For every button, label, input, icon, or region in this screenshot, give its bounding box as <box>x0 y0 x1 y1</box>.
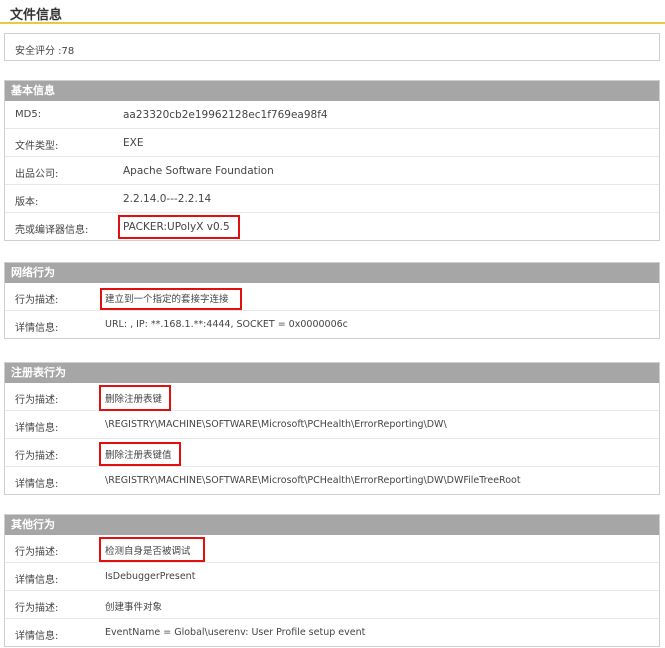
registry-behavior-panel: 注册表行为 行为描述: 删除注册表键 详情信息: \REGISTRY\MACHI… <box>4 362 660 495</box>
row-label: 详情信息: <box>15 575 59 586</box>
row-label: 行为描述: <box>15 295 59 306</box>
other-row-desc-2: 行为描述: 创建事件对象 <box>5 591 659 619</box>
row-label: 详情信息: <box>15 479 59 490</box>
page-title: 文件信息 <box>10 8 63 23</box>
row-label: 版本: <box>15 197 39 208</box>
registry-behavior-header: 注册表行为 <box>5 363 659 383</box>
row-value: \REGISTRY\MACHINE\SOFTWARE\Microsoft\PCH… <box>105 419 447 430</box>
row-value: aa23320cb2e19962128ec1f769ea98f4 <box>123 109 328 121</box>
network-behavior-header: 网络行为 <box>5 263 659 283</box>
row-label: MD5: <box>15 109 42 120</box>
row-label: 详情信息: <box>15 423 59 434</box>
row-label: 行为描述: <box>15 547 59 558</box>
row-label: 行为描述: <box>15 395 59 406</box>
row-label: 文件类型: <box>15 141 59 152</box>
highlight-box <box>100 288 242 310</box>
row-label: 行为描述: <box>15 451 59 462</box>
row-label: 详情信息: <box>15 631 59 642</box>
registry-row-detail-1: 详情信息: \REGISTRY\MACHINE\SOFTWARE\Microso… <box>5 411 659 439</box>
network-behavior-panel: 网络行为 行为描述: 建立到一个指定的套接字连接 详情信息: URL: , IP… <box>4 262 660 339</box>
page-header: 文件信息 <box>0 0 665 24</box>
info-row-md5: MD5: aa23320cb2e19962128ec1f769ea98f4 <box>5 101 659 129</box>
row-value: IsDebuggerPresent <box>105 571 196 582</box>
other-behavior-header: 其他行为 <box>5 515 659 535</box>
row-value: \REGISTRY\MACHINE\SOFTWARE\Microsoft\PCH… <box>105 475 521 486</box>
row-value: EXE <box>123 137 144 149</box>
info-row-packer: 壳或编译器信息: PACKER:UPolyX v0.5 <box>5 213 659 240</box>
info-row-version: 版本: 2.2.14.0---2.2.14 <box>5 185 659 213</box>
basic-info-panel: 基本信息 MD5: aa23320cb2e19962128ec1f769ea98… <box>4 80 660 241</box>
row-label: 行为描述: <box>15 603 59 614</box>
row-value: URL: , IP: **.168.1.**:4444, SOCKET = 0x… <box>105 319 348 330</box>
info-row-file-type: 文件类型: EXE <box>5 129 659 157</box>
other-row-detail-2: 详情信息: EventName = Global\userenv: User P… <box>5 619 659 646</box>
row-label: 壳或编译器信息: <box>15 225 89 236</box>
other-row-detail-1: 详情信息: IsDebuggerPresent <box>5 563 659 591</box>
highlight-box <box>99 385 171 411</box>
security-score: 安全评分 :78 <box>15 46 75 57</box>
row-label: 详情信息: <box>15 323 59 334</box>
row-value: 创建事件对象 <box>105 602 163 613</box>
row-value: 2.2.14.0---2.2.14 <box>123 193 212 205</box>
highlight-box <box>99 537 205 562</box>
registry-row-desc-2: 行为描述: 删除注册表键值 <box>5 439 659 467</box>
network-row-desc: 行为描述: 建立到一个指定的套接字连接 <box>5 283 659 311</box>
row-value: EventName = Global\userenv: User Profile… <box>105 627 366 638</box>
network-row-detail: 详情信息: URL: , IP: **.168.1.**:4444, SOCKE… <box>5 311 659 338</box>
other-behavior-panel: 其他行为 行为描述: 检测自身是否被调试 详情信息: IsDebuggerPre… <box>4 514 660 647</box>
basic-info-header: 基本信息 <box>5 81 659 101</box>
registry-row-desc-1: 行为描述: 删除注册表键 <box>5 383 659 411</box>
registry-row-detail-2: 详情信息: \REGISTRY\MACHINE\SOFTWARE\Microso… <box>5 467 659 494</box>
row-label: 出品公司: <box>15 169 59 180</box>
highlight-box <box>118 215 240 239</box>
score-panel: 安全评分 :78 <box>4 33 660 61</box>
row-value: Apache Software Foundation <box>123 165 274 177</box>
highlight-box <box>99 442 181 466</box>
other-row-desc-1: 行为描述: 检测自身是否被调试 <box>5 535 659 563</box>
info-row-company: 出品公司: Apache Software Foundation <box>5 157 659 185</box>
